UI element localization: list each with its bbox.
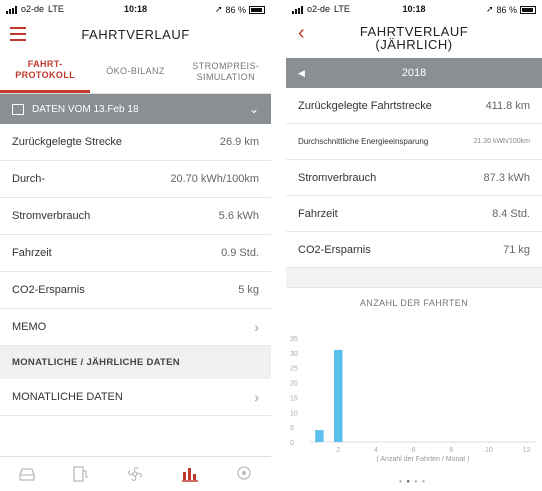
battery-status: ➚ 86 %: [215, 4, 265, 15]
x-tick-label: 10: [485, 447, 493, 454]
app-header: FAHRTVERLAUF: [0, 18, 271, 50]
row-energieeinsparung: Durchschnittliche Energieeinsparung 21.3…: [286, 124, 542, 160]
battery-status: ➚ 86 %: [486, 4, 536, 15]
right-screen: o2-de LTE 10:18 ➚ 86 % ‹ FAHRTVERLAUF (J…: [286, 0, 542, 491]
section-header: MONATLICHE / JÄHRLICHE DATEN: [0, 346, 271, 379]
chart-bar: [334, 349, 343, 442]
row-value: 71 kg: [503, 243, 530, 256]
location-icon[interactable]: [233, 464, 255, 484]
title-line-2: (JÄHRLICH): [375, 37, 453, 52]
row-value: 0.9 Std.: [221, 247, 259, 259]
row-value: 26.9 km: [219, 136, 259, 148]
y-tick-label: 15: [290, 395, 298, 402]
x-tick-label: 4: [374, 447, 378, 454]
section-title: MONATLICHE / JÄHRLICHE DATEN: [12, 357, 180, 368]
car-icon[interactable]: [16, 464, 38, 484]
battery-percent: 86 %: [225, 4, 246, 15]
location-arrow-icon: ➚: [485, 4, 494, 14]
row-label: Zurückgelegte Strecke: [12, 136, 123, 148]
row-value: 21.30 kWh/100km: [473, 138, 530, 145]
previous-year-icon[interactable]: ◀: [298, 68, 305, 79]
year-label: 2018: [401, 67, 427, 79]
status-bar: o2-de LTE 10:18 ➚ 86 %: [0, 0, 271, 18]
tab-strompreis-simulation[interactable]: STROMPREIS- SIMULATION: [181, 50, 271, 93]
tab-label: STROMPREIS- SIMULATION: [192, 60, 260, 82]
location-arrow-icon: ➚: [214, 4, 223, 14]
tab-bar: FAHRT- PROTOKOLL ÖKO-BILANZ STROMPREIS- …: [0, 50, 271, 94]
x-axis-label: ( Anzahl der Fahrten / Monat ): [377, 456, 470, 463]
status-bar: o2-de LTE 10:18 ➚ 86 %: [286, 0, 542, 18]
row-label: Stromverbrauch: [298, 171, 377, 184]
trips-bar-chart: 0 5 10 15 20 25 30 35 2 4 6 8 10 12 ( Anzahl der Fahrt…: [290, 336, 536, 463]
spacer: [286, 268, 542, 288]
memo-label: MEMO: [12, 321, 47, 333]
left-screen: o2-de LTE 10:18 ➚ 86 % FAHRTVERLAUF FAHR…: [0, 0, 271, 491]
row-label: Durchschnittliche Energieeinsparung: [298, 137, 429, 146]
row-stromverbrauch: Stromverbrauch 87.3 kWh: [286, 160, 542, 196]
memo-item[interactable]: MEMO ›: [0, 309, 271, 346]
chevron-right-icon: ›: [254, 319, 259, 335]
monthly-label: MONATLICHE DATEN: [12, 391, 123, 403]
row-fahrzeit: Fahrzeit 0.9 Std.: [0, 235, 271, 272]
fan-icon[interactable]: [124, 464, 146, 484]
row-label: Durch-: [12, 173, 46, 185]
row-label: CO2-Ersparnis: [12, 284, 85, 296]
battery-icon: [520, 5, 536, 14]
row-co2: CO2-Ersparnis 71 kg: [286, 232, 542, 268]
tab-label: FAHRT- PROTOKOLL: [15, 59, 76, 80]
date-selector[interactable]: DATEN VOM 13.Feb 18 ⌄: [0, 94, 271, 124]
calendar-icon: [12, 103, 24, 115]
app-header: ‹ FAHRTVERLAUF (JÄHRLICH): [286, 18, 542, 58]
battery-icon: [249, 5, 265, 14]
chevron-right-icon: ›: [254, 389, 259, 405]
y-tick-label: 20: [290, 381, 298, 388]
row-label: Fahrzeit: [12, 247, 52, 259]
row-value: 20.70 kWh/100km: [170, 173, 259, 185]
charger-icon[interactable]: [70, 464, 92, 484]
bottom-nav: [0, 456, 271, 491]
row-strecke: Zurückgelegte Strecke 26.9 km: [0, 124, 271, 161]
bar-chart-icon[interactable]: [179, 464, 201, 484]
row-label: CO2-Ersparnis: [298, 243, 371, 256]
row-label: Fahrzeit: [298, 207, 338, 220]
x-tick-label: 6: [412, 447, 416, 454]
menu-icon[interactable]: [10, 27, 26, 45]
row-fahrzeit: Fahrzeit 8.4 Std.: [286, 196, 542, 232]
row-value: 411.8 km: [485, 99, 530, 112]
tab-fahrtprotokoll[interactable]: FAHRT- PROTOKOLL: [0, 50, 91, 93]
chart-bar: [315, 430, 324, 442]
back-icon[interactable]: ‹: [298, 22, 305, 45]
x-tick-label: 2: [336, 447, 340, 454]
year-selector: ◀ 2018: [286, 58, 542, 88]
row-co2: CO2-Ersparnis 5 kg: [0, 272, 271, 309]
y-tick-label: 10: [290, 410, 298, 417]
y-tick-label: 0: [290, 440, 294, 447]
tab-label: ÖKO-BILANZ: [106, 66, 165, 76]
chevron-down-icon: ⌄: [248, 102, 259, 116]
x-tick-label: 12: [523, 447, 531, 454]
row-value: 5 kg: [238, 284, 259, 296]
row-label: Stromverbrauch: [12, 210, 91, 222]
page-indicator: ●●●●: [398, 479, 430, 485]
row-stromverbrauch: Stromverbrauch 5.6 kWh: [0, 198, 271, 235]
row-value: 5.6 kWh: [218, 210, 259, 222]
battery-percent: 86 %: [496, 4, 517, 15]
tab-oeko-bilanz[interactable]: ÖKO-BILANZ: [90, 50, 180, 93]
date-label: DATEN VOM 13.Feb 18: [32, 103, 139, 115]
row-label: Zurückgelegte Fahrtstrecke: [298, 99, 432, 112]
row-value: 87.3 kWh: [483, 171, 530, 184]
y-tick-label: 5: [290, 425, 294, 432]
chart-title: ANZAHL DER FAHRTEN: [359, 298, 469, 308]
x-tick-label: 8: [449, 447, 453, 454]
row-value: 8.4 Std.: [492, 207, 530, 220]
monthly-data-item[interactable]: MONATLICHE DATEN ›: [0, 379, 271, 416]
row-durchschnitt: Durch- 20.70 kWh/100km: [0, 161, 271, 198]
page-title: FAHRTVERLAUF (JÄHRLICH): [360, 25, 468, 51]
y-tick-label: 30: [290, 351, 298, 358]
page-title: FAHRTVERLAUF: [81, 26, 190, 42]
y-tick-label: 35: [290, 336, 298, 343]
y-tick-label: 25: [290, 366, 298, 373]
row-fahrtstrecke: Zurückgelegte Fahrtstrecke 411.8 km: [286, 88, 542, 124]
